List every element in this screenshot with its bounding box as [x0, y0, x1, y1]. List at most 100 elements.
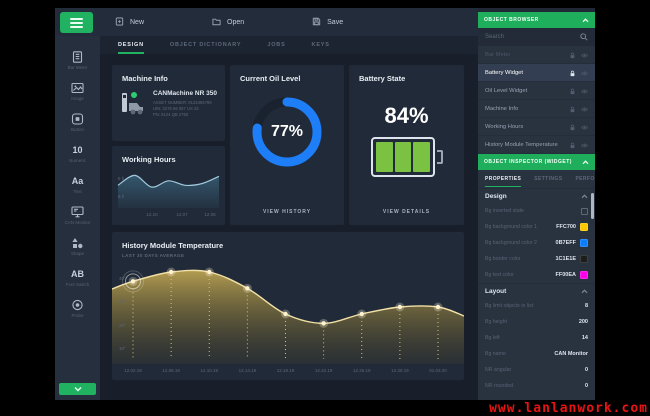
main-tabs: DESIGN OBJECT DICTIONARY JOBS KEYS	[100, 36, 478, 54]
machine-info-card[interactable]: Machine Info CANMachine NR 350	[112, 65, 225, 141]
history-ytick: 20°	[119, 323, 126, 328]
tab-design[interactable]: DESIGN	[118, 36, 144, 54]
save-button[interactable]: Save	[312, 17, 343, 28]
tool-bar-meter[interactable]: Bar Meter	[55, 50, 100, 70]
scrollbar[interactable]	[591, 193, 594, 219]
tool-image[interactable]: Image	[55, 81, 100, 101]
watermark: www.lanlanwork.com	[489, 401, 648, 416]
view-history-link[interactable]: VIEW HISTORY	[230, 209, 344, 215]
chevron-up-icon	[581, 289, 588, 294]
eye-icon[interactable]	[581, 46, 588, 64]
object-browser-title: OBJECT BROWSER	[484, 17, 539, 23]
lock-icon[interactable]	[569, 118, 576, 136]
working-hours-card[interactable]: Working Hours 8 h6 h12.1012.0712.08	[112, 146, 225, 225]
save-icon	[312, 17, 321, 28]
property-row[interactable]: Bg inverted state	[478, 203, 595, 219]
battery-state-title: Battery State	[349, 65, 464, 83]
battery-state-card[interactable]: Battery State 84% VIEW DETAILS	[349, 65, 464, 225]
search-input[interactable]: Search	[478, 28, 595, 46]
property-row[interactable]: Bg limit objects in list8	[478, 298, 595, 314]
history-xtick: 12.10.19	[194, 368, 224, 373]
lock-icon[interactable]	[569, 100, 576, 118]
history-ytick: 10°	[119, 346, 126, 351]
eye-icon[interactable]	[581, 118, 588, 136]
lock-icon[interactable]	[569, 64, 576, 82]
open-button[interactable]: Open	[212, 17, 244, 28]
lock-icon[interactable]	[569, 136, 576, 154]
browser-item-oil-level-widget[interactable]: Oil Level Widget	[478, 82, 595, 100]
machine-detail-line: PN: 8124 QB 2750	[153, 112, 217, 118]
browser-item-machine-info[interactable]: Machine Info	[478, 100, 595, 118]
inspector-tabs: PROPERTIES SETTINGS PERFORMANCE	[478, 170, 595, 188]
object-inspector-title: OBJECT INSPECTOR (WIDGET)	[484, 159, 572, 165]
tool-numeric[interactable]: 10Numeric	[55, 143, 100, 163]
eye-icon[interactable]	[581, 64, 588, 82]
checkbox[interactable]	[581, 208, 588, 215]
eye-icon[interactable]	[581, 100, 588, 118]
inspector-tab-properties[interactable]: PROPERTIES	[485, 170, 521, 188]
tool-shape[interactable]: Shape	[55, 236, 100, 256]
browser-item-working-hours[interactable]: Working Hours	[478, 118, 595, 136]
font-switch-icon: AB	[71, 267, 85, 280]
history-xtick: 12.06.19	[156, 368, 186, 373]
object-browser-list: Bar MeterBattery WidgetOil Level WidgetM…	[478, 46, 595, 154]
probe-icon	[71, 298, 85, 311]
lock-icon[interactable]	[569, 82, 576, 100]
layout-rows: Bg limit objects in list8Bg height200Bg …	[478, 298, 595, 394]
property-row[interactable]: NR angular0	[478, 362, 595, 378]
browser-item-battery-widget[interactable]: Battery Widget	[478, 64, 595, 82]
property-row[interactable]: Bg background color 20B7EFF	[478, 235, 595, 251]
history-temperature-card[interactable]: History Module Temperature LAST 30 DAYS …	[112, 232, 464, 380]
object-inspector-header[interactable]: OBJECT INSPECTOR (WIDGET)	[478, 154, 595, 170]
history-xtick: 12.22.19	[309, 368, 339, 373]
color-swatch[interactable]	[580, 271, 588, 279]
property-row[interactable]: Bg left14	[478, 330, 595, 346]
collapse-button[interactable]	[59, 383, 96, 395]
tab-object-dictionary[interactable]: OBJECT DICTIONARY	[170, 36, 241, 54]
history-ytick: 30°	[119, 299, 126, 304]
eye-icon[interactable]	[581, 136, 588, 154]
eye-icon[interactable]	[581, 82, 588, 100]
history-xtick: 12.30.19	[385, 368, 415, 373]
browser-item-history-module-temperature[interactable]: History Module Temperature	[478, 136, 595, 154]
machine-info-title: Machine Info	[112, 65, 225, 83]
property-row[interactable]: NR rounded0	[478, 378, 595, 394]
inspector-tab-settings[interactable]: SETTINGS	[534, 170, 562, 188]
view-details-link[interactable]: VIEW DETAILS	[349, 209, 464, 215]
color-swatch[interactable]	[580, 239, 588, 247]
tab-keys[interactable]: KEYS	[312, 36, 330, 54]
design-section-header[interactable]: Design	[478, 188, 595, 203]
bar-meter-icon	[71, 50, 85, 63]
property-row[interactable]: Bg background color 1FFC700	[478, 219, 595, 235]
tab-jobs[interactable]: JOBS	[267, 36, 285, 54]
open-icon	[212, 17, 221, 28]
image-icon	[71, 81, 85, 94]
working-hours-ytick: 8 h	[118, 176, 124, 181]
tool-button[interactable]: Button	[55, 112, 100, 132]
tool-text[interactable]: AaText	[55, 174, 100, 194]
browser-item-bar-meter[interactable]: Bar Meter	[478, 46, 595, 64]
page: New Open Save DESIGN OBJECT DICTIONARY JOBS K…	[0, 0, 650, 416]
tool-probe[interactable]: Probe	[55, 298, 100, 318]
oil-level-card[interactable]: Current Oil Level 77% VIEW HISTORY	[230, 65, 344, 225]
property-row[interactable]: Bg border color1C1E1E	[478, 251, 595, 267]
machine-name: CANMachine NR 350	[153, 90, 217, 97]
property-row[interactable]: Bg text colorFF00EA	[478, 267, 595, 283]
property-row[interactable]: Bg height200	[478, 314, 595, 330]
object-browser-header[interactable]: OBJECT BROWSER	[478, 12, 595, 28]
search-icon	[580, 33, 588, 41]
color-swatch[interactable]	[580, 255, 588, 263]
working-hours-xtick: 12.10	[140, 212, 164, 217]
tool-font-switch[interactable]: ABFont Switch	[55, 267, 100, 287]
tool-can-monitor[interactable]: CAN Monitor	[55, 205, 100, 225]
inspector-tab-performance[interactable]: PERFORMANCE	[575, 170, 595, 188]
menu-button[interactable]	[60, 12, 93, 33]
history-xtick: 12.18.19	[271, 368, 301, 373]
property-row[interactable]: Bg nameCAN Monitor	[478, 346, 595, 362]
layout-section-header[interactable]: Layout	[478, 283, 595, 298]
color-swatch[interactable]	[580, 223, 588, 231]
button-icon	[71, 112, 85, 125]
oil-level-value: 77%	[250, 95, 324, 169]
lock-icon[interactable]	[569, 46, 576, 64]
new-button[interactable]: New	[115, 17, 144, 28]
